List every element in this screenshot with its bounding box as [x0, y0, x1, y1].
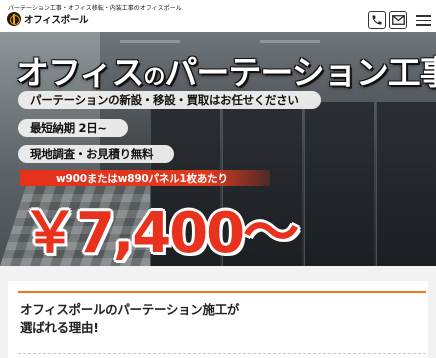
- mail-icon: [391, 15, 405, 25]
- hero-badge-lead-time: 最短納期 2日~: [18, 119, 128, 137]
- section-title-line2: 選ばれる理由!: [20, 320, 99, 335]
- header-tagline: パーテーション工事・オフィス移転・内装工事のオフィスポール: [8, 5, 182, 12]
- hero-title: オフィスのパーテーション工事: [16, 46, 436, 94]
- section-divider: [18, 291, 426, 293]
- hero-badge-free-estimate: 現地調査・お見積り無料: [18, 145, 174, 163]
- site-logo[interactable]: オフィスポール: [7, 12, 89, 26]
- hero-title-part1: オフィス: [16, 53, 144, 92]
- hero-price: ￥7,400～: [22, 201, 299, 266]
- phone-icon: [372, 15, 382, 25]
- site-header: パーテーション工事・オフィス移転・内装工事のオフィスポール オフィスポール: [0, 0, 436, 32]
- hero-bg-light: [120, 40, 180, 43]
- dashed-divider: [18, 353, 426, 354]
- logo-text: オフィスポール: [24, 15, 89, 26]
- mail-button[interactable]: [389, 11, 407, 29]
- hero-bg-partition: [376, 102, 436, 266]
- hero-title-part2: パーテーション工事: [164, 53, 436, 92]
- phone-button[interactable]: [368, 11, 386, 29]
- hero-banner: オフィスのパーテーション工事 パーテーションの新設・移設・買取はお任せください …: [0, 32, 436, 266]
- hamburger-menu-icon[interactable]: [416, 15, 431, 26]
- hero-title-no: の: [143, 65, 165, 90]
- hero-badge-service: パーテーションの新設・移設・買取はお任せください: [18, 91, 321, 109]
- reasons-card: オフィスポールのパーテーション施工が 選ばれる理由!: [8, 281, 428, 358]
- hero-bg-partition: [304, 102, 374, 266]
- section-title-line1: オフィスポールのパーテーション施工が: [20, 302, 240, 317]
- reasons-section: オフィスポールのパーテーション施工が 選ばれる理由!: [0, 266, 436, 358]
- price-condition-banner: w900またはw890パネル1枚あたり: [20, 170, 270, 186]
- section-title: オフィスポールのパーテーション施工が 選ばれる理由!: [20, 301, 416, 337]
- logo-icon: [7, 12, 21, 26]
- hero-bg-light: [260, 40, 320, 43]
